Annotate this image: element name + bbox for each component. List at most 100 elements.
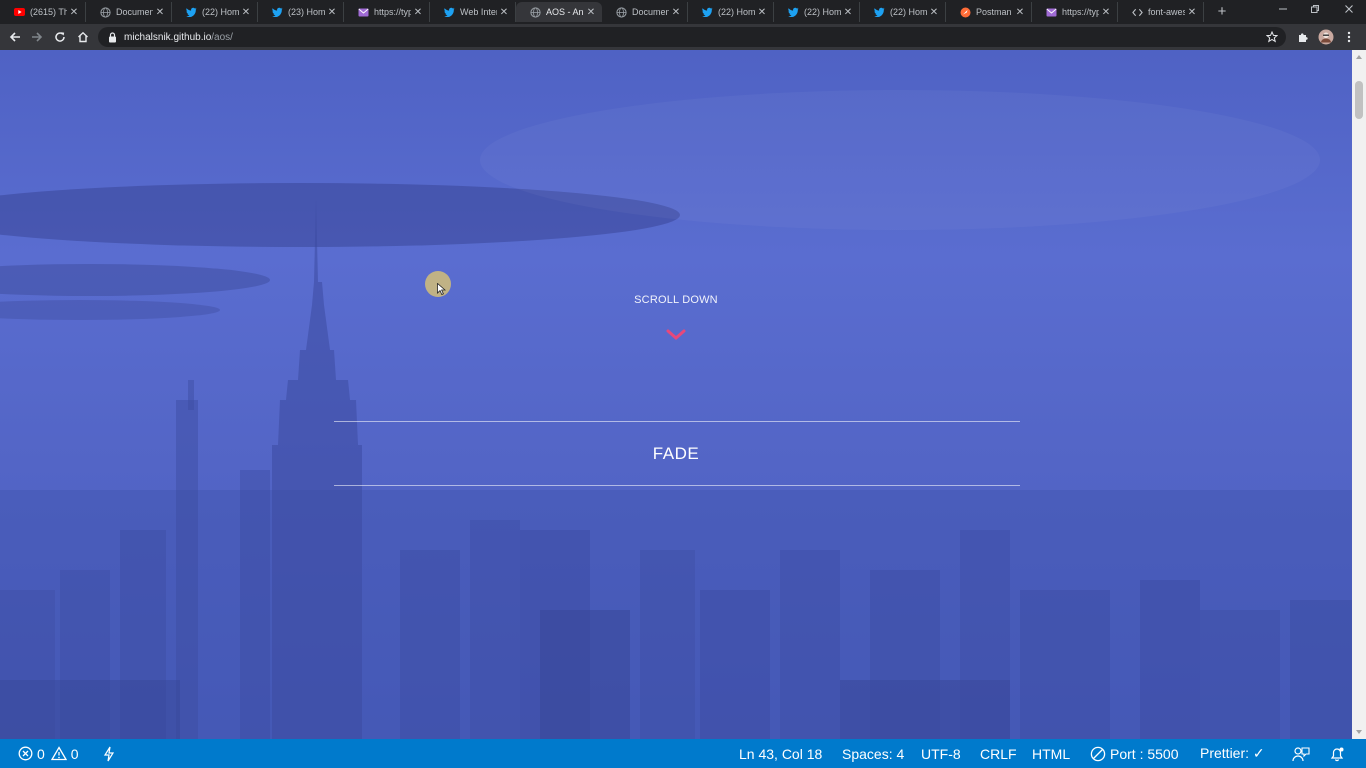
scrollbar-thumb[interactable] [1355,81,1363,119]
home-icon [78,31,88,43]
live-server-port[interactable]: Port : 5500 [1090,739,1179,768]
address-bar[interactable]: michalsnik.github.io/aos/ [98,27,1286,47]
browser-tab[interactable]: Document ✕ [86,2,172,22]
tab-close-icon[interactable]: ✕ [239,7,253,18]
tab-title: Web Inten [460,7,497,17]
notifications-button[interactable] [1329,739,1349,768]
restore-button[interactable] [1300,0,1330,22]
tab-close-icon[interactable]: ✕ [1099,7,1113,18]
browser-tab[interactable]: https://typ ✕ [344,2,430,22]
live-share-button[interactable] [102,739,120,768]
minimize-button[interactable] [1268,0,1298,22]
profile-avatar[interactable] [1317,28,1335,46]
indentation-setting[interactable]: Spaces: 4 [842,739,904,768]
tab-close-icon[interactable]: ✕ [669,7,683,18]
envelope-icon [358,7,369,18]
twitter-icon [444,7,455,18]
twitter-icon [702,7,713,18]
lock-icon [108,31,118,43]
tab-title: (22) Home [718,7,755,17]
cursor-position[interactable]: Ln 43, Col 18 [739,739,822,768]
browser-tab[interactable]: font-aweso✕ [1118,2,1204,22]
tab-title: Document [116,7,153,17]
language-mode[interactable]: HTML [1032,739,1070,768]
tab-title: AOS - Anim [546,7,584,17]
tab-close-icon[interactable]: ✕ [927,7,941,18]
prettier-status[interactable]: Prettier: ✓ [1200,739,1265,768]
section-divider-top [334,421,1020,422]
url-host: michalsnik.github.io [124,31,212,43]
scroll-down-arrow-icon[interactable] [1355,728,1363,736]
tab-title: Document [632,7,669,17]
tab-title: (22) Home [890,7,927,17]
browser-tab[interactable]: (22) Home✕ [860,2,946,22]
tab-close-icon[interactable]: ✕ [841,7,855,18]
tab-close-icon[interactable]: ✕ [411,7,425,18]
tab-title: font-aweso [1148,7,1185,17]
browser-tab[interactable]: (2615) The✕ [0,2,86,22]
reload-button[interactable] [51,28,69,46]
browser-menu-button[interactable] [1340,28,1358,46]
tab-close-icon[interactable]: ✕ [755,7,769,18]
globe-icon [100,6,111,18]
close-window-button[interactable] [1334,0,1364,22]
tab-close-icon[interactable]: ✕ [1185,7,1199,18]
tab-title: https://typ [1062,7,1099,17]
tab-title: Postman [976,7,1012,17]
mouse-cursor-icon [437,283,446,295]
error-circle-icon [18,746,33,761]
forward-button[interactable] [28,28,46,46]
tab-close-icon[interactable]: ✕ [325,7,339,18]
browser-tab[interactable]: AOS - Anim✕ [516,2,602,22]
back-button[interactable] [6,28,24,46]
close-icon [1345,5,1353,13]
youtube-icon [14,7,25,18]
tab-title: https://typ [374,7,411,17]
browser-tab[interactable]: (22) Home✕ [688,2,774,22]
twitter-icon [186,7,197,18]
browser-tab[interactable]: Web Inten ✕ [430,2,516,22]
url-text: michalsnik.github.io/aos/ [124,32,233,43]
url-path: /aos/ [211,31,233,43]
code-icon [1132,7,1143,18]
postman-icon [960,7,971,18]
feedback-button[interactable] [1292,739,1314,768]
editor-status-bar: 0 0 Ln 43, Col 18 Spaces: 4 UTF-8 CRLF H… [0,739,1366,768]
restore-icon [1311,5,1319,13]
browser-tab[interactable]: (22) Home✕ [774,2,860,22]
problems-indicator[interactable]: 0 0 [18,739,79,768]
extensions-button[interactable] [1294,28,1312,46]
tab-close-icon[interactable]: ✕ [153,7,167,18]
minimize-icon [1279,8,1287,10]
arrow-right-icon [32,32,43,42]
twitter-icon [874,7,885,18]
error-count: 0 [37,745,45,762]
tab-close-icon[interactable]: ✕ [584,7,598,18]
file-encoding[interactable]: UTF-8 [921,739,961,768]
port-label: Port : 5500 [1110,745,1179,762]
warning-icon [50,746,67,761]
feedback-person-icon [1292,746,1310,761]
avatar-icon [1318,29,1334,45]
scroll-up-arrow-icon[interactable] [1355,53,1363,61]
tab-close-icon[interactable]: ✕ [67,7,81,18]
scroll-down-label: SCROLL DOWN [634,294,718,306]
browser-tab[interactable]: (22) Home✕ [172,2,258,22]
section-title-fade: FADE [652,444,700,463]
browser-tab[interactable]: https://typ ✕ [1032,2,1118,22]
line-ending[interactable]: CRLF [980,739,1017,768]
browser-tab[interactable]: Document ✕ [602,2,688,22]
browser-tab[interactable]: (23) Home✕ [258,2,344,22]
bookmark-star-icon[interactable] [1264,29,1280,45]
page-scrollbar[interactable] [1352,50,1366,739]
browser-tab[interactable]: Postman ✕ [946,2,1032,22]
tab-close-icon[interactable]: ✕ [1013,7,1027,18]
home-button[interactable] [74,28,92,46]
twitter-icon [788,7,799,18]
page-viewport[interactable]: SCROLL DOWN FADE [0,50,1352,739]
bell-icon [1330,747,1344,761]
tab-close-icon[interactable]: ✕ [497,7,511,18]
reload-icon [55,32,65,42]
new-tab-button[interactable]: + [1213,3,1231,21]
city-skyline-background [0,90,1352,739]
